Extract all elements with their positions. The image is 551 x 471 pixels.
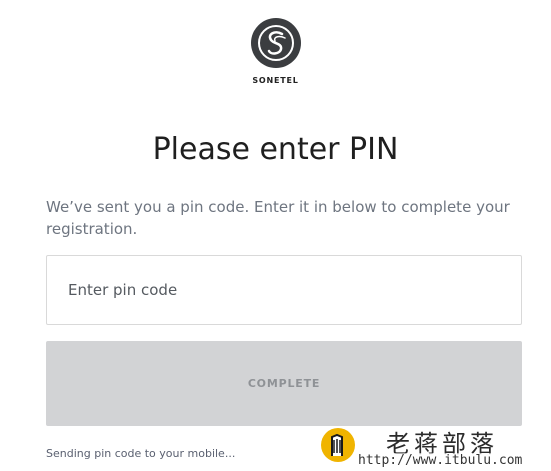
- status-message: Sending pin code to your mobile...: [46, 447, 236, 460]
- page-title: Please enter PIN: [152, 132, 399, 167]
- complete-button[interactable]: COMPLETE: [46, 341, 522, 426]
- watermark-url: http://www.itbulu.com: [358, 453, 523, 468]
- pin-code-input[interactable]: [46, 255, 522, 325]
- pencil-badge-icon: [320, 426, 356, 464]
- instruction-text: We’ve sent you a pin code. Enter it in b…: [46, 198, 510, 238]
- pin-verification-page: SONETEL Please enter PIN We’ve sent you …: [0, 0, 551, 471]
- brand-name: SONETEL: [252, 76, 299, 85]
- brand-header: SONETEL: [0, 18, 551, 85]
- sonetel-logo-icon: [250, 18, 301, 68]
- watermark: 老蒋部落 http://www.itbulu.com: [318, 424, 551, 471]
